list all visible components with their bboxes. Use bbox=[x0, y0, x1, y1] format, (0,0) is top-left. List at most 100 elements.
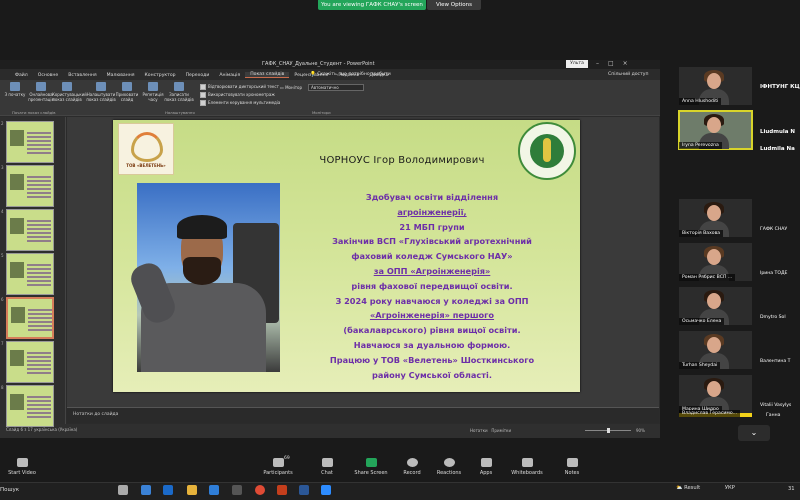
slide-thumbnail[interactable] bbox=[6, 341, 54, 383]
taskbar-search[interactable]: Пошук bbox=[0, 487, 19, 493]
ribbon-button[interactable]: Користувацький показ слайдів bbox=[52, 82, 87, 102]
zoom-app-icon[interactable] bbox=[321, 485, 331, 495]
slideshow-icon bbox=[122, 82, 132, 91]
maximize-icon[interactable]: □ bbox=[608, 60, 623, 67]
participant-name-side: Валентина Т bbox=[760, 359, 791, 364]
powerpoint-icon[interactable] bbox=[277, 485, 287, 495]
slide-thumbnail[interactable] bbox=[6, 165, 54, 207]
app-icon[interactable] bbox=[232, 485, 242, 495]
participant-name: Вікторія Вахова bbox=[679, 230, 724, 237]
slide-body-line: фаховий коледж Сумського НАУ» bbox=[351, 251, 513, 262]
close-icon[interactable]: × bbox=[623, 60, 637, 67]
ribbon-tab[interactable]: Вставлення bbox=[63, 73, 101, 78]
slide-thumbnail[interactable] bbox=[6, 209, 54, 251]
file-explorer-icon[interactable] bbox=[187, 485, 197, 495]
smiley-icon bbox=[443, 458, 455, 467]
checkbox-narration[interactable]: Відтворювати дикторський текст bbox=[200, 84, 279, 90]
slideshow-icon bbox=[62, 82, 72, 91]
slide-body-line: Закінчив ВСП «Глухівський агротехнічний bbox=[332, 236, 532, 247]
zoom-level[interactable]: 90% bbox=[636, 428, 645, 433]
word-icon[interactable] bbox=[299, 485, 309, 495]
ppt-search[interactable]: 💡 Скажіть, що потрібно зробити bbox=[310, 72, 391, 77]
participant-name-side: Vitalii Vasylys bbox=[760, 403, 792, 408]
ribbon-button-label: З початку bbox=[4, 92, 26, 97]
ribbon-tab[interactable]: Показ слайдів bbox=[245, 72, 290, 78]
zoom-slider-handle[interactable] bbox=[607, 428, 610, 433]
ribbon-tab[interactable]: Файл bbox=[10, 73, 33, 78]
monitor-label: ▭ Монітор bbox=[280, 85, 303, 90]
participant-name-side: Ганна bbox=[766, 413, 781, 418]
participant-name-side: Dmytro Sol bbox=[760, 315, 786, 320]
ribbon-button-label: Записати показ слайдів bbox=[164, 92, 194, 102]
slide-thumbnail[interactable] bbox=[6, 121, 54, 163]
share-button[interactable]: Спільний доступ bbox=[608, 72, 648, 77]
slide-body-text: Здобувач освіти відділення агроінженерії,… bbox=[296, 190, 568, 382]
ribbon-button-label: Репетиція часу bbox=[142, 92, 164, 102]
ribbon-tab[interactable]: Конструктор bbox=[140, 73, 181, 78]
checkbox-timings[interactable]: Використовувати хронометраж bbox=[200, 92, 275, 98]
notes-toggle[interactable]: Нотатки bbox=[470, 428, 488, 433]
chat-icon bbox=[321, 458, 333, 467]
monitor-select[interactable]: Автоматично bbox=[308, 84, 364, 91]
whiteboards-button[interactable]: Whiteboards bbox=[507, 458, 547, 476]
comments-toggle[interactable]: Примітки bbox=[491, 428, 511, 433]
record-icon bbox=[406, 458, 418, 467]
participant-name-side: ГАФК СНАУ bbox=[760, 227, 788, 232]
checkbox-media-controls[interactable]: Елементи керування мультимедіа bbox=[200, 100, 280, 106]
slide-body-line: Здобувач освіти відділення bbox=[365, 192, 499, 202]
edge-icon[interactable] bbox=[141, 485, 151, 495]
ribbon-button-label: Онлайнова презентація bbox=[28, 92, 54, 102]
share-screen-button[interactable]: Share Screen bbox=[351, 458, 391, 476]
view-options-button[interactable]: View Options bbox=[427, 0, 481, 10]
chevron-down-icon[interactable]: ⌄ bbox=[738, 425, 770, 441]
slide-thumbnail[interactable] bbox=[6, 385, 54, 427]
ppt-user-chip[interactable]: Ульта bbox=[566, 60, 588, 68]
window-controls[interactable]: –□× bbox=[596, 60, 637, 67]
share-screen-icon bbox=[365, 458, 377, 467]
participant-tile[interactable]: Роман Рябрис ВСП ... bbox=[679, 243, 752, 281]
video-camera-off-icon bbox=[16, 458, 28, 467]
weather-icon: ⛅ bbox=[676, 485, 683, 491]
reactions-button[interactable]: Reactions bbox=[429, 458, 469, 476]
ribbon-tab[interactable]: Малювання bbox=[102, 73, 140, 78]
participant-tile[interactable]: Вікторія Вахова bbox=[679, 199, 752, 237]
notes-button[interactable]: Notes bbox=[552, 458, 592, 476]
group-label-start: Почати показ слайдів bbox=[12, 110, 56, 115]
browser-icon[interactable] bbox=[209, 485, 219, 495]
minimize-icon[interactable]: – bbox=[596, 60, 608, 67]
outlook-icon[interactable] bbox=[163, 485, 173, 495]
start-video-button[interactable]: Start Video bbox=[2, 458, 42, 476]
thumbnail-number: 7 bbox=[1, 341, 4, 346]
task-view-icon[interactable] bbox=[118, 485, 128, 495]
slide-thumbnail[interactable] bbox=[6, 253, 54, 295]
slideshow-icon bbox=[148, 82, 158, 91]
participant-tile[interactable]: Осьмачко Елена bbox=[679, 287, 752, 325]
record-button[interactable]: Record bbox=[392, 458, 432, 476]
chrome-icon[interactable] bbox=[255, 485, 265, 495]
monitor-icon: ▭ bbox=[280, 85, 284, 90]
leaf-icon bbox=[131, 132, 163, 162]
notes-pane[interactable]: Нотатки до слайда bbox=[67, 407, 659, 423]
slide-thumbnail[interactable] bbox=[6, 297, 54, 339]
chat-button[interactable]: Chat bbox=[307, 458, 347, 476]
participant-tile[interactable]: Марина Шидро bbox=[679, 375, 752, 413]
notes-icon bbox=[566, 458, 578, 467]
slide-student-name: ЧОРНОУС Ігор Володимирович bbox=[319, 155, 485, 166]
slide-body-line: (бакалаврського) рівня вищої освіти. bbox=[343, 325, 521, 336]
ribbon-tab[interactable]: Основне bbox=[33, 73, 64, 78]
university-seal bbox=[518, 122, 576, 180]
ppt-window-title: ГАФК_СНАУ_Дуальне_Студент - PowerPoint bbox=[262, 61, 375, 67]
participant-tile[interactable]: Iryna Perevozna bbox=[678, 110, 753, 150]
clock: 31 bbox=[788, 486, 795, 492]
participant-tile[interactable]: Turhan Sheydai bbox=[679, 331, 752, 369]
slide-body-line: «Агроінженерія» першого bbox=[369, 310, 495, 321]
slide-body-line: агроінженерії, bbox=[397, 206, 467, 217]
ribbon-tab[interactable]: Анімація bbox=[214, 73, 245, 78]
apps-button[interactable]: Apps bbox=[466, 458, 506, 476]
ribbon-button[interactable]: Записати показ слайдів bbox=[164, 82, 194, 102]
ribbon-tab[interactable]: Переходи bbox=[181, 73, 215, 78]
ribbon-button-label: Користувацький показ слайдів bbox=[52, 92, 87, 102]
wheat-icon bbox=[543, 138, 551, 162]
participants-button[interactable]: Participants bbox=[258, 458, 298, 476]
participant-tile[interactable]: Anna Hlushoditi bbox=[679, 67, 752, 105]
